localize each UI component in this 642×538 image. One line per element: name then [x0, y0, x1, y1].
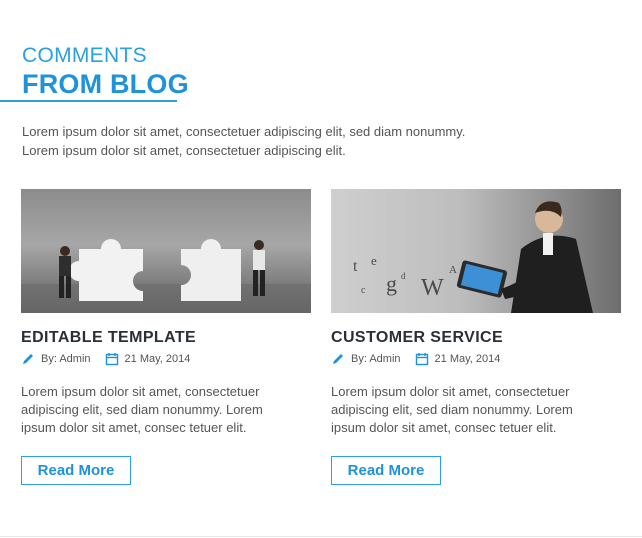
read-more-button[interactable]: Read More: [21, 456, 131, 485]
businessman-tablet-illustration: t e g W c A d: [353, 201, 593, 313]
svg-text:g: g: [386, 271, 397, 296]
calendar-icon: [105, 353, 118, 366]
post-title[interactable]: EDITABLE TEMPLATE: [21, 329, 196, 347]
post-image[interactable]: t e g W c A d: [331, 189, 621, 313]
section-heading: COMMENTS FROM BLOG: [22, 44, 189, 100]
title-underline: [0, 100, 177, 102]
svg-text:e: e: [371, 253, 377, 268]
puzzle-illustration: [21, 239, 311, 313]
section-title-line1: COMMENTS: [22, 44, 147, 67]
post-excerpt: Lorem ipsum dolor sit amet, consectetuer…: [331, 384, 573, 435]
calendar-icon: [415, 353, 428, 366]
post-meta: By: Admin 21 May, 2014: [21, 352, 190, 366]
section-title-line2: FROM BLOG: [22, 69, 189, 99]
bottom-divider: [0, 536, 642, 537]
post-image[interactable]: [21, 189, 311, 313]
read-more-button[interactable]: Read More: [331, 456, 441, 485]
pencil-icon: [23, 354, 33, 364]
post-title[interactable]: CUSTOMER SERVICE: [331, 329, 503, 347]
section-intro: Lorem ipsum dolor sit amet, consectetuer…: [22, 124, 466, 158]
svg-text:d: d: [401, 271, 406, 281]
post-author: By: Admin: [351, 353, 401, 365]
svg-text:t: t: [353, 258, 358, 275]
pencil-icon: [333, 354, 343, 364]
post-meta: By: Admin 21 May, 2014: [331, 352, 500, 366]
post-date: 21 May, 2014: [124, 353, 191, 365]
blog-post-card: t e g W c A d CUSTOMER SERVICE By: Admin: [331, 189, 622, 485]
post-excerpt: Lorem ipsum dolor sit amet, consectetuer…: [21, 384, 263, 435]
svg-text:A: A: [449, 264, 457, 276]
post-date: 21 May, 2014: [434, 353, 501, 365]
blog-post-card: EDITABLE TEMPLATE By: Admin 21 May, 2014…: [21, 189, 312, 485]
svg-text:c: c: [361, 285, 366, 296]
svg-text:W: W: [421, 275, 444, 301]
post-author: By: Admin: [41, 353, 91, 365]
